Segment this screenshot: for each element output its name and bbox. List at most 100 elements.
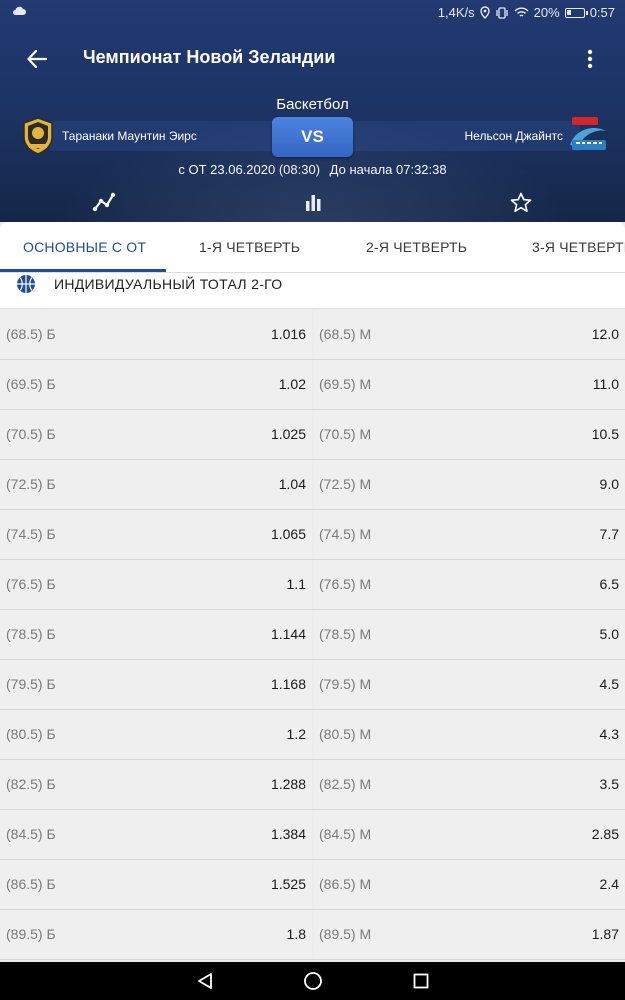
odds-value: 1.384	[270, 826, 306, 842]
odds-label: (72.5) М	[319, 476, 372, 492]
odds-value: 4.5	[599, 676, 619, 692]
star-outline-icon[interactable]	[509, 191, 533, 213]
tab-quarter-2[interactable]: 2-Я ЧЕТВЕРТЬ	[366, 239, 467, 255]
odds-cell-under[interactable]: (76.5) М 6.5	[314, 560, 625, 609]
odds-label: (68.5) Б	[6, 326, 56, 342]
match-info: с ОТ 23.06.2020 (08:30) До начала 07:32:…	[0, 162, 625, 177]
nav-back-icon[interactable]	[194, 971, 216, 991]
odds-cell-under[interactable]: (74.5) М 7.7	[314, 510, 625, 559]
location-icon	[479, 6, 490, 19]
odds-cell-over[interactable]: (72.5) Б 1.04	[0, 460, 312, 509]
odds-row: (72.5) Б 1.04 (72.5) М 9.0	[0, 460, 625, 510]
page-title: Чемпионат Новой Зеландии	[83, 47, 336, 67]
odds-cell-over[interactable]: (89.5) Б 1.8	[0, 910, 312, 959]
odds-label: (89.5) М	[319, 926, 372, 942]
tab-quarter-1[interactable]: 1-Я ЧЕТВЕРТЬ	[199, 239, 300, 255]
arrow-left-icon[interactable]	[22, 45, 52, 73]
odds-cell-over[interactable]: (80.5) Б 1.2	[0, 710, 312, 759]
odds-value: 1.2	[286, 726, 306, 742]
odds-cell-over[interactable]: (69.5) Б 1.02	[0, 360, 312, 409]
odds-label: (76.5) М	[319, 576, 372, 592]
odds-value: 2.85	[591, 826, 619, 842]
odds-label: (82.5) М	[319, 776, 372, 792]
bar-chart-icon[interactable]	[301, 191, 325, 213]
odds-label: (78.5) М	[319, 626, 372, 642]
nav-home-icon[interactable]	[302, 971, 324, 991]
odds-cell-under[interactable]: (89.5) М 1.87	[314, 910, 625, 959]
odds-list: (68.5) Б 1.016 (68.5) М 12.0 (69.5) Б 1.02 …	[0, 310, 625, 960]
odds-row: (76.5) Б 1.1 (76.5) М 6.5	[0, 560, 625, 610]
odds-row: (78.5) Б 1.144 (78.5) М 5.0	[0, 610, 625, 660]
odds-cell-over[interactable]: (74.5) Б 1.065	[0, 510, 312, 559]
odds-label: (70.5) Б	[6, 426, 56, 442]
odds-cell-under[interactable]: (69.5) М 11.0	[314, 360, 625, 409]
app-bar: Чемпионат Новой Зеландии	[0, 36, 625, 82]
odds-cell-over[interactable]: (78.5) Б 1.144	[0, 610, 312, 659]
odds-cell-under[interactable]: (79.5) М 4.5	[314, 660, 625, 709]
line-chart-icon[interactable]	[92, 191, 116, 213]
match-date: с ОТ 23.06.2020 (08:30)	[178, 162, 321, 177]
market-section-header[interactable]: ИНДИВИДУАЛЬНЫЙ ТОТАЛ 2-ГО	[0, 273, 625, 309]
odds-value: 1.04	[278, 476, 306, 492]
battery-icon	[564, 7, 588, 18]
odds-value: 1.168	[270, 676, 306, 692]
odds-value: 1.288	[270, 776, 306, 792]
odds-value: 2.4	[599, 876, 619, 892]
odds-row: (89.5) Б 1.8 (89.5) М 1.87	[0, 910, 625, 960]
odds-row: (84.5) Б 1.384 (84.5) М 2.85	[0, 810, 625, 860]
tab-quarter-3[interactable]: 3-Я ЧЕТВЕРТЬ	[532, 239, 625, 255]
odds-value: 1.87	[591, 926, 619, 942]
odds-cell-over[interactable]: (70.5) Б 1.025	[0, 410, 312, 459]
odds-cell-over[interactable]: (82.5) Б 1.288	[0, 760, 312, 809]
odds-label: (86.5) М	[319, 876, 372, 892]
odds-value: 6.5	[599, 576, 619, 592]
odds-cell-under[interactable]: (86.5) М 2.4	[314, 860, 625, 909]
system-nav-bar	[0, 962, 625, 1000]
odds-cell-over[interactable]: (79.5) Б 1.168	[0, 660, 312, 709]
odds-cell-over[interactable]: (86.5) Б 1.525	[0, 860, 312, 909]
market-title: ИНДИВИДУАЛЬНЫЙ ТОТАЛ 2-ГО	[54, 276, 283, 292]
odds-label: (74.5) Б	[6, 526, 56, 542]
team-right-logo	[566, 115, 610, 155]
odds-cell-under[interactable]: (70.5) М 10.5	[314, 410, 625, 459]
odds-cell-over[interactable]: (84.5) Б 1.384	[0, 810, 312, 859]
odds-label: (80.5) М	[319, 726, 372, 742]
tab-main-with-ot[interactable]: ОСНОВНЫЕ С ОТ	[23, 239, 146, 255]
match-header: 1,4K/s 20% 0:57 Чемпионат Новой Зеландии…	[0, 0, 625, 222]
odds-label: (84.5) М	[319, 826, 372, 842]
odds-label: (79.5) М	[319, 676, 372, 692]
odds-cell-under[interactable]: (84.5) М 2.85	[314, 810, 625, 859]
tab-bar: ОСНОВНЫЕ С ОТ 1-Я ЧЕТВЕРТЬ 2-Я ЧЕТВЕРТЬ …	[0, 222, 625, 272]
odds-label: (78.5) Б	[6, 626, 56, 642]
odds-value: 4.3	[599, 726, 619, 742]
odds-row: (79.5) Б 1.168 (79.5) М 4.5	[0, 660, 625, 710]
odds-value: 1.525	[270, 876, 306, 892]
odds-value: 1.02	[278, 376, 306, 392]
odds-row: (70.5) Б 1.025 (70.5) М 10.5	[0, 410, 625, 460]
odds-label: (86.5) Б	[6, 876, 56, 892]
more-vert-icon[interactable]	[580, 45, 600, 73]
odds-label: (68.5) М	[319, 326, 372, 342]
odds-cell-under[interactable]: (68.5) М 12.0	[314, 310, 625, 359]
odds-label: (74.5) М	[319, 526, 372, 542]
odds-cell-over[interactable]: (68.5) Б 1.016	[0, 310, 312, 359]
odds-label: (70.5) М	[319, 426, 372, 442]
odds-value: 1.8	[286, 926, 306, 942]
nav-recents-icon[interactable]	[410, 971, 432, 991]
odds-cell-over[interactable]: (76.5) Б 1.1	[0, 560, 312, 609]
odds-cell-under[interactable]: (72.5) М 9.0	[314, 460, 625, 509]
wifi-icon	[514, 7, 529, 18]
odds-label: (69.5) Б	[6, 376, 56, 392]
odds-cell-under[interactable]: (80.5) М 4.3	[314, 710, 625, 759]
clock: 0:57	[589, 5, 615, 20]
odds-value: 5.0	[599, 626, 619, 642]
vs-button[interactable]: VS	[272, 117, 353, 157]
odds-cell-under[interactable]: (78.5) М 5.0	[314, 610, 625, 659]
odds-value: 7.7	[599, 526, 619, 542]
network-speed: 1,4K/s	[437, 5, 475, 20]
odds-value: 11.0	[592, 376, 619, 392]
odds-value: 1.1	[286, 576, 306, 592]
odds-cell-under[interactable]: (82.5) М 3.5	[314, 760, 625, 809]
odds-label: (79.5) Б	[6, 676, 56, 692]
odds-row: (74.5) Б 1.065 (74.5) М 7.7	[0, 510, 625, 560]
